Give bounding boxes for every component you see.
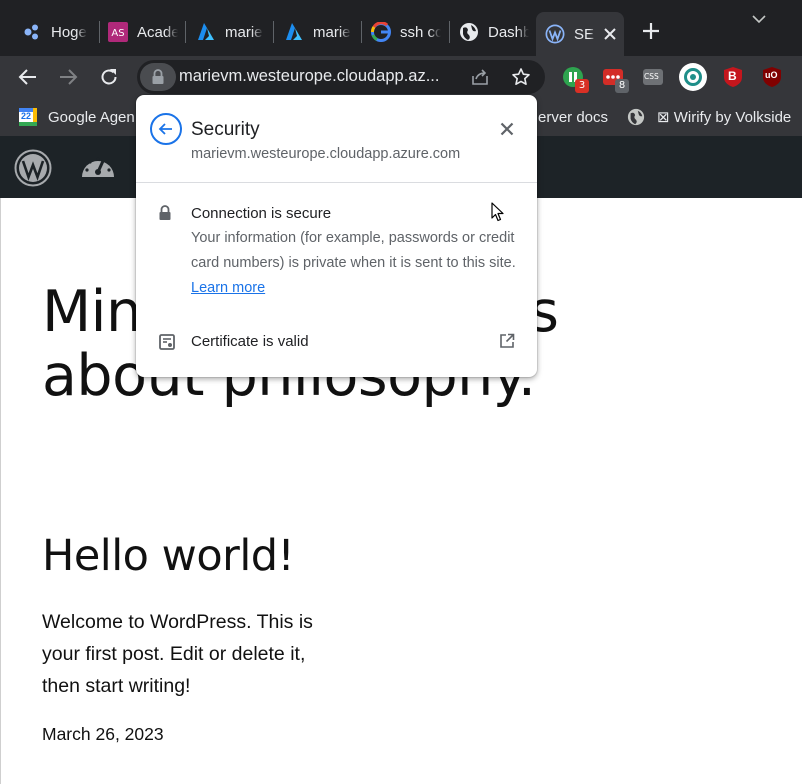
- post-title[interactable]: Hello world!: [42, 530, 295, 582]
- tab-title: marie: [313, 23, 351, 41]
- site-info-button[interactable]: [140, 63, 176, 91]
- ublock-label: uO: [765, 70, 778, 80]
- bookmark-star-button[interactable]: [511, 67, 531, 87]
- extension-badge: 3: [575, 79, 589, 93]
- connection-description: Your information (for example, passwords…: [191, 226, 521, 301]
- extension-grammarly[interactable]: 3: [561, 65, 589, 93]
- back-button[interactable]: [16, 65, 40, 89]
- connection-status: Connection is secure: [191, 205, 332, 222]
- wp-logo-button[interactable]: [14, 149, 52, 187]
- new-tab-button[interactable]: [639, 20, 663, 44]
- extension-css[interactable]: CSS: [641, 65, 665, 89]
- tab-title: Dashb: [488, 23, 529, 41]
- bookmark-label: erver docs: [538, 108, 609, 126]
- share-button[interactable]: [470, 67, 490, 87]
- tab-separator: [361, 21, 362, 43]
- dashboard-gauge-icon: [82, 157, 114, 177]
- connection-description-text: Your information (for example, passwords…: [191, 230, 516, 271]
- globe-icon: [459, 22, 479, 42]
- popup-back-button[interactable]: [150, 113, 182, 145]
- tab-wordpress-active[interactable]: SE: [536, 12, 624, 56]
- mouse-cursor-icon: [491, 202, 505, 222]
- tab-academy[interactable]: AS Acade: [108, 12, 178, 52]
- post-excerpt: Welcome to WordPress. This is your first…: [42, 611, 313, 697]
- tab-title: marie: [225, 23, 263, 41]
- extension-badge: 8: [615, 79, 629, 93]
- bees-icon: [22, 22, 42, 42]
- post-date[interactable]: March 26, 2023: [42, 724, 164, 745]
- tab-dashboard[interactable]: Dashb: [459, 12, 529, 52]
- tab-google-ssh[interactable]: ssh cc: [371, 12, 441, 52]
- security-popup: Security marievm.westeurope.cloudapp.azu…: [136, 95, 537, 377]
- extension-lastpass[interactable]: 8: [601, 65, 629, 93]
- extension-circle[interactable]: [678, 62, 708, 92]
- popup-title: Security: [191, 119, 260, 140]
- tab-hoge[interactable]: Hoge: [22, 12, 92, 52]
- calendar-icon: 22: [19, 108, 37, 126]
- tab-title: Hoge: [51, 23, 87, 41]
- popup-divider: [136, 182, 537, 183]
- dashboard-button[interactable]: [80, 151, 116, 183]
- learn-more-link[interactable]: Learn more: [191, 280, 265, 296]
- lock-icon: [152, 69, 164, 84]
- popup-close-button[interactable]: [497, 119, 517, 139]
- tab-separator: [99, 21, 100, 43]
- browser-toolbar: marievm.westeurope.cloudapp.az... 3 8 CS…: [0, 56, 802, 98]
- tab-title: Acade: [137, 23, 178, 41]
- tab-close-icon[interactable]: [602, 26, 618, 42]
- google-icon: [371, 22, 391, 42]
- certificate-open-button[interactable]: [498, 332, 516, 350]
- tab-azure-2[interactable]: marie: [284, 12, 354, 52]
- globe-icon: [627, 108, 645, 126]
- extension-ublock[interactable]: uO: [760, 65, 784, 89]
- arrow-right-icon: [60, 69, 78, 85]
- arrow-left-icon: [158, 123, 172, 135]
- close-icon: [500, 122, 514, 136]
- bookmark-wirify[interactable]: ⊠ Wirify by Volkside: [627, 106, 791, 128]
- extension-adblock[interactable]: B: [721, 65, 745, 89]
- certificate-icon: [158, 333, 176, 351]
- target-circle-icon: [679, 63, 707, 91]
- share-icon: [472, 69, 488, 85]
- tab-separator: [449, 21, 450, 43]
- tab-title: SE: [574, 25, 595, 43]
- azure-icon: [284, 22, 304, 42]
- plus-icon: [643, 23, 659, 39]
- azure-icon: [196, 22, 216, 42]
- bookmark-label: Google Agen: [48, 108, 134, 126]
- tab-separator: [185, 21, 186, 43]
- reload-button[interactable]: [97, 65, 121, 89]
- wordpress-logo-icon: [14, 149, 52, 187]
- open-external-icon: [500, 333, 515, 348]
- svg-text:AS: AS: [111, 28, 124, 39]
- adblock-label: B: [728, 69, 737, 83]
- tab-strip: Hoge AS Acade marie marie ssh cc Dashb S…: [0, 0, 802, 56]
- bookmark-server-docs[interactable]: erver docs: [538, 106, 608, 128]
- url-text[interactable]: marievm.westeurope.cloudapp.az...: [179, 67, 459, 86]
- tab-search-button[interactable]: [750, 10, 770, 30]
- tab-azure-1[interactable]: marie: [196, 12, 266, 52]
- star-icon: [512, 68, 530, 85]
- address-bar[interactable]: marievm.westeurope.cloudapp.az...: [137, 60, 545, 94]
- bookmark-google-agenda[interactable]: 22 Google Agen: [19, 106, 134, 128]
- arrow-left-icon: [18, 69, 36, 85]
- tab-separator: [273, 21, 274, 43]
- popup-subtitle: marievm.westeurope.cloudapp.azure.com: [191, 146, 461, 162]
- calendar-date: 22: [21, 111, 32, 121]
- css-label: CSS: [644, 72, 659, 81]
- wordpress-icon: [545, 24, 565, 44]
- forward-button[interactable]: [56, 65, 80, 89]
- chevron-down-icon: [752, 15, 766, 24]
- as-icon: AS: [108, 22, 128, 42]
- lock-icon: [158, 205, 174, 221]
- bookmark-label: ⊠ Wirify by Volkside: [657, 109, 792, 126]
- reload-icon: [101, 69, 117, 85]
- tab-title: ssh cc: [400, 23, 441, 41]
- certificate-status[interactable]: Certificate is valid: [191, 333, 309, 350]
